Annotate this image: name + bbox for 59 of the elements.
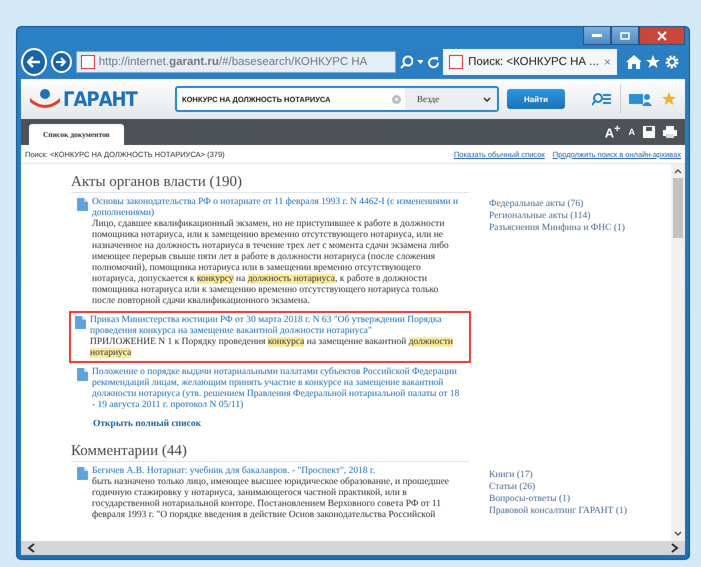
scrollbar-thumb[interactable]: [673, 178, 683, 238]
scope-dropdown[interactable]: Везде: [405, 88, 497, 110]
favicon-icon: [80, 55, 95, 69]
document-link[interactable]: Положение о порядке выдачи нотариальными палатами субъектов Российской Федерации рекомендаций лицам, желающим принять участие в конкурсе на замещение вакантной должности нотариуса (утв. решением Правления Федеральной нотариальной палаты от 18 - 19 августа 2011 г. протокол N 05/11): [92, 367, 463, 411]
save-icon[interactable]: [643, 126, 655, 138]
document-link[interactable]: Приказ Министерства юстиции РФ от 30 марта 2018 г. N 63 "Об утверждении Порядка проведения конкурса на замещение вакантной должности нотариуса": [90, 315, 465, 337]
forward-button[interactable]: [51, 51, 72, 73]
arrow-left-icon: [27, 56, 42, 68]
document-snippet: ПРИЛОЖЕНИЕ N 1 к Порядку проведения конкурса на замещение вакантной должности нотариуса: [90, 337, 454, 359]
refresh-icon[interactable]: [427, 56, 440, 68]
caret-icon[interactable]: [416, 60, 424, 64]
category-link[interactable]: Федеральные акты (76): [489, 198, 625, 210]
site-logo[interactable]: ГАРАНТ: [29, 87, 139, 111]
arrow-right-icon: [56, 57, 67, 67]
document-link[interactable]: Основы законодательства РФ о нотариате от 11 февраля 1993 г. N 4462-I (с изменениями и дополнениями): [92, 197, 463, 219]
browser-tab[interactable]: Поиск: <КОНКУРС НА ... ×: [443, 49, 617, 75]
document-icon: [77, 467, 88, 480]
scroll-right-icon[interactable]: [671, 543, 679, 553]
document-icon: [75, 316, 86, 329]
star-icon[interactable]: [645, 54, 660, 70]
minimize-button[interactable]: [583, 27, 611, 45]
search-list-icon[interactable]: [592, 92, 612, 106]
document-icon: [77, 198, 88, 211]
document-snippet: Лицо, сдавшее квалификационный экзамен, но не приступившее к работе в должности помощника нотариуса, или к замещению временно отсутствующего нотариуса, или не назначенное на должность нотариуса в течение трех лет с момента сдачи экзамена либо имеющее перерыв свыше пяти лет в работе в должности нотариуса (после сложения полномочий), помощника нотариуса или в замещении временно отсутствующего нотариуса, допускается к конкурсу на должность нотариуса, к работе в должности помощника нотариуса или к замещению временно отсутствующего нотариуса только после повторной сдачи квалификационного экзамена.: [92, 219, 450, 307]
document-icon: [77, 368, 88, 381]
settings-icon[interactable]: [664, 54, 680, 70]
find-button[interactable]: Найти: [507, 89, 565, 109]
category-link[interactable]: Статьи (26): [489, 481, 627, 493]
font-increase-button[interactable]: A$^{+}$: [604, 123, 620, 141]
maximize-button[interactable]: [611, 27, 639, 45]
home-icon[interactable]: [624, 54, 642, 70]
vertical-scrollbar[interactable]: [671, 164, 685, 541]
star-icon[interactable]: [661, 91, 677, 107]
horizontal-scrollbar[interactable]: [21, 541, 685, 555]
document-link[interactable]: Бегичев А.В. Нотариат: учебник для бакалавров. - "Проспект", 2018 г.: [92, 466, 463, 477]
search-icon[interactable]: [400, 55, 413, 69]
category-link[interactable]: Правовой консалтинг ГАРАНТ (1): [489, 505, 627, 517]
section-title: Акты органов власти (190): [71, 174, 469, 193]
address-bar[interactable]: http://internet.garant.ru/#/basesearch/КОНКУРС НА: [76, 51, 396, 73]
scroll-left-icon[interactable]: [27, 543, 35, 553]
print-icon[interactable]: [663, 126, 677, 138]
document-snippet: быть назначено только лицо, имеющее высшее юридическое образование, и прошедшее годичную стажировку у нотариуса, занимающегося частной практикой, или в государственной нотариальной конторе. Постановлением Верховного совета РФ от 11 февраля 1993 г. "О порядке введения в действие Основ законодательства Российской: [92, 477, 450, 521]
mail-user-icon[interactable]: [629, 92, 653, 106]
font-decrease-button[interactable]: A: [628, 127, 635, 137]
category-link[interactable]: Книги (17): [489, 469, 627, 481]
favicon-icon: [449, 55, 464, 69]
scroll-down-icon[interactable]: [674, 531, 682, 537]
category-link[interactable]: Региональные акты (114): [489, 210, 625, 222]
open-full-list-link[interactable]: Открыть полный список: [71, 419, 469, 429]
caret-icon: [483, 96, 491, 102]
back-button[interactable]: [21, 48, 48, 76]
close-button[interactable]: [639, 27, 685, 45]
section-title: Комментарии (44): [71, 443, 469, 462]
close-icon: [657, 30, 667, 40]
category-link[interactable]: Вопросы-ответы (1): [489, 493, 627, 505]
scroll-up-icon[interactable]: [674, 168, 682, 174]
minimize-icon: [592, 34, 602, 38]
maximize-icon: [620, 32, 630, 40]
category-link[interactable]: Разъяснения Минфина и ФНС (1): [489, 222, 625, 234]
